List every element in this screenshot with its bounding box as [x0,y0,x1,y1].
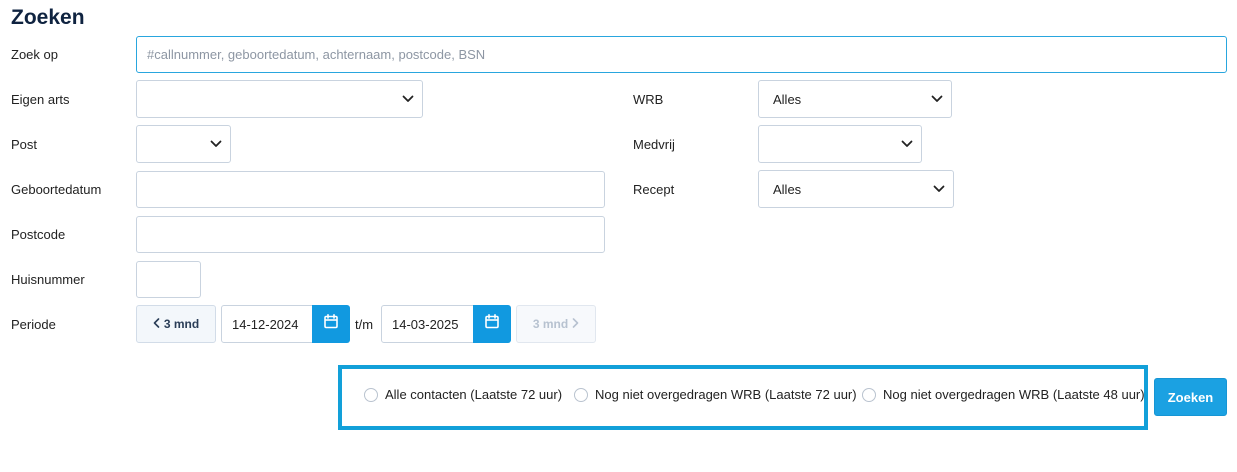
eigen-arts-label: Eigen arts [11,92,70,107]
recept-value: Alles [773,181,802,197]
eigen-arts-select[interactable] [136,80,423,118]
period-from-value: 14-12-2024 [232,316,299,332]
periode-label: Periode [11,317,56,332]
period-from-input[interactable]: 14-12-2024 [221,305,313,343]
wrb-select[interactable]: Alles [758,80,952,118]
search-button[interactable]: Zoeken [1154,378,1227,416]
radio-circle[interactable] [862,387,876,402]
wrb-label: WRB [633,92,664,107]
post-select[interactable] [136,125,231,163]
period-to-calendar-button[interactable] [473,305,511,343]
prev-period-button[interactable]: 3 mnd [136,305,216,343]
post-label: Post [11,137,38,152]
filter-option-label: Nog niet overgedragen WRB (Laatste 72 uu… [595,387,857,402]
recept-label: Recept [633,182,675,197]
filter-option-alle-contacten-72[interactable]: Alle contacten (Laatste 72 uur) [364,387,562,402]
chevron-down-icon [933,185,945,193]
chevron-down-icon [901,140,913,148]
geboortedatum-input[interactable] [136,171,605,208]
filter-option-label: Nog niet overgedragen WRB (Laatste 48 uu… [883,387,1145,402]
postcode-label: Postcode [11,227,66,242]
period-to-input[interactable]: 14-03-2025 [381,305,474,343]
chevron-left-icon [153,317,160,331]
page-title: Zoeken [11,6,85,29]
chevron-down-icon [210,140,222,148]
filter-option-wrb-72[interactable]: Nog niet overgedragen WRB (Laatste 72 uu… [574,387,857,402]
period-range-separator: t/m [355,317,374,332]
geboortedatum-label: Geboortedatum [11,182,102,197]
postcode-input[interactable] [136,216,605,253]
huisnummer-label: Huisnummer [11,272,85,287]
calendar-icon [324,314,338,334]
huisnummer-input[interactable] [136,261,201,298]
period-to-value: 14-03-2025 [392,316,459,332]
search-input[interactable] [136,36,1227,73]
filter-option-wrb-48[interactable]: Nog niet overgedragen WRB (Laatste 48 uu… [862,387,1145,402]
chevron-down-icon [402,95,414,103]
radio-circle[interactable] [364,387,378,402]
period-from-calendar-button[interactable] [312,305,350,343]
chevron-right-icon [572,317,579,331]
chevron-down-icon [931,95,943,103]
next-period-button[interactable]: 3 mnd [516,305,596,343]
radio-circle[interactable] [574,387,588,402]
search-label: Zoek op [11,47,58,62]
medvrij-label: Medvrij [633,137,675,152]
calendar-icon [485,314,499,334]
next-period-label: 3 mnd [532,317,569,331]
wrb-value: Alles [773,91,802,107]
recept-select[interactable]: Alles [758,170,954,208]
medvrij-select[interactable] [758,125,922,163]
prev-period-label: 3 mnd [163,317,200,331]
filter-option-label: Alle contacten (Laatste 72 uur) [385,387,563,402]
